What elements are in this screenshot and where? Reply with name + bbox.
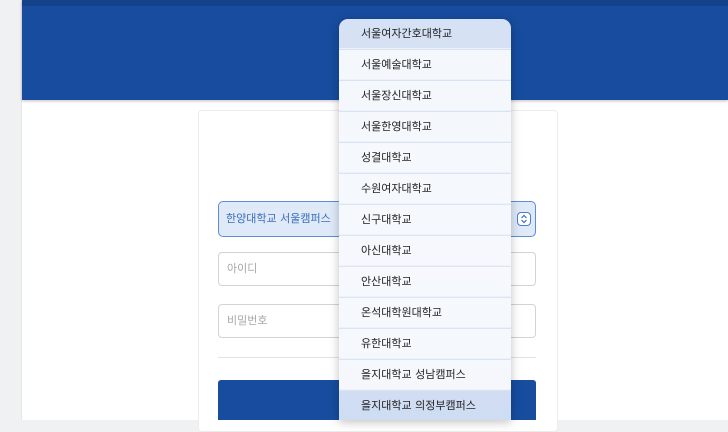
dropdown-option[interactable]: 서울예술대학교	[339, 50, 511, 80]
dropdown-option[interactable]: 신구대학교	[339, 205, 511, 235]
dropdown-option[interactable]: 수원여자대학교	[339, 174, 511, 204]
dropdown-option[interactable]: 유한대학교	[339, 329, 511, 359]
password-placeholder: 비밀번호	[227, 314, 268, 327]
dropdown-option[interactable]: 서울한영대학교	[339, 112, 511, 142]
campus-dropdown-list: 서울여자간호대학교 서울예술대학교 서울장신대학교 서울한영대학교 성결대학교 …	[339, 19, 511, 420]
dropdown-option[interactable]: 을지대학교 의정부캠퍼스	[339, 391, 511, 420]
dropdown-option[interactable]: 아신대학교	[339, 236, 511, 266]
id-placeholder: 아이디	[227, 262, 258, 275]
dropdown-option[interactable]: 온석대학원대학교	[339, 298, 511, 328]
header-top-shade	[22, 0, 728, 6]
dropdown-option[interactable]: 을지대학교 성남캠퍼스	[339, 360, 511, 390]
dropdown-option[interactable]: 서울장신대학교	[339, 81, 511, 111]
dropdown-option[interactable]: 서울여자간호대학교	[339, 19, 511, 49]
dropdown-option[interactable]: 성결대학교	[339, 143, 511, 173]
dropdown-option[interactable]: 안산대학교	[339, 267, 511, 297]
campus-select-value: 한양대학교 서울캠퍼스	[226, 212, 331, 225]
select-arrows-icon	[517, 212, 531, 226]
